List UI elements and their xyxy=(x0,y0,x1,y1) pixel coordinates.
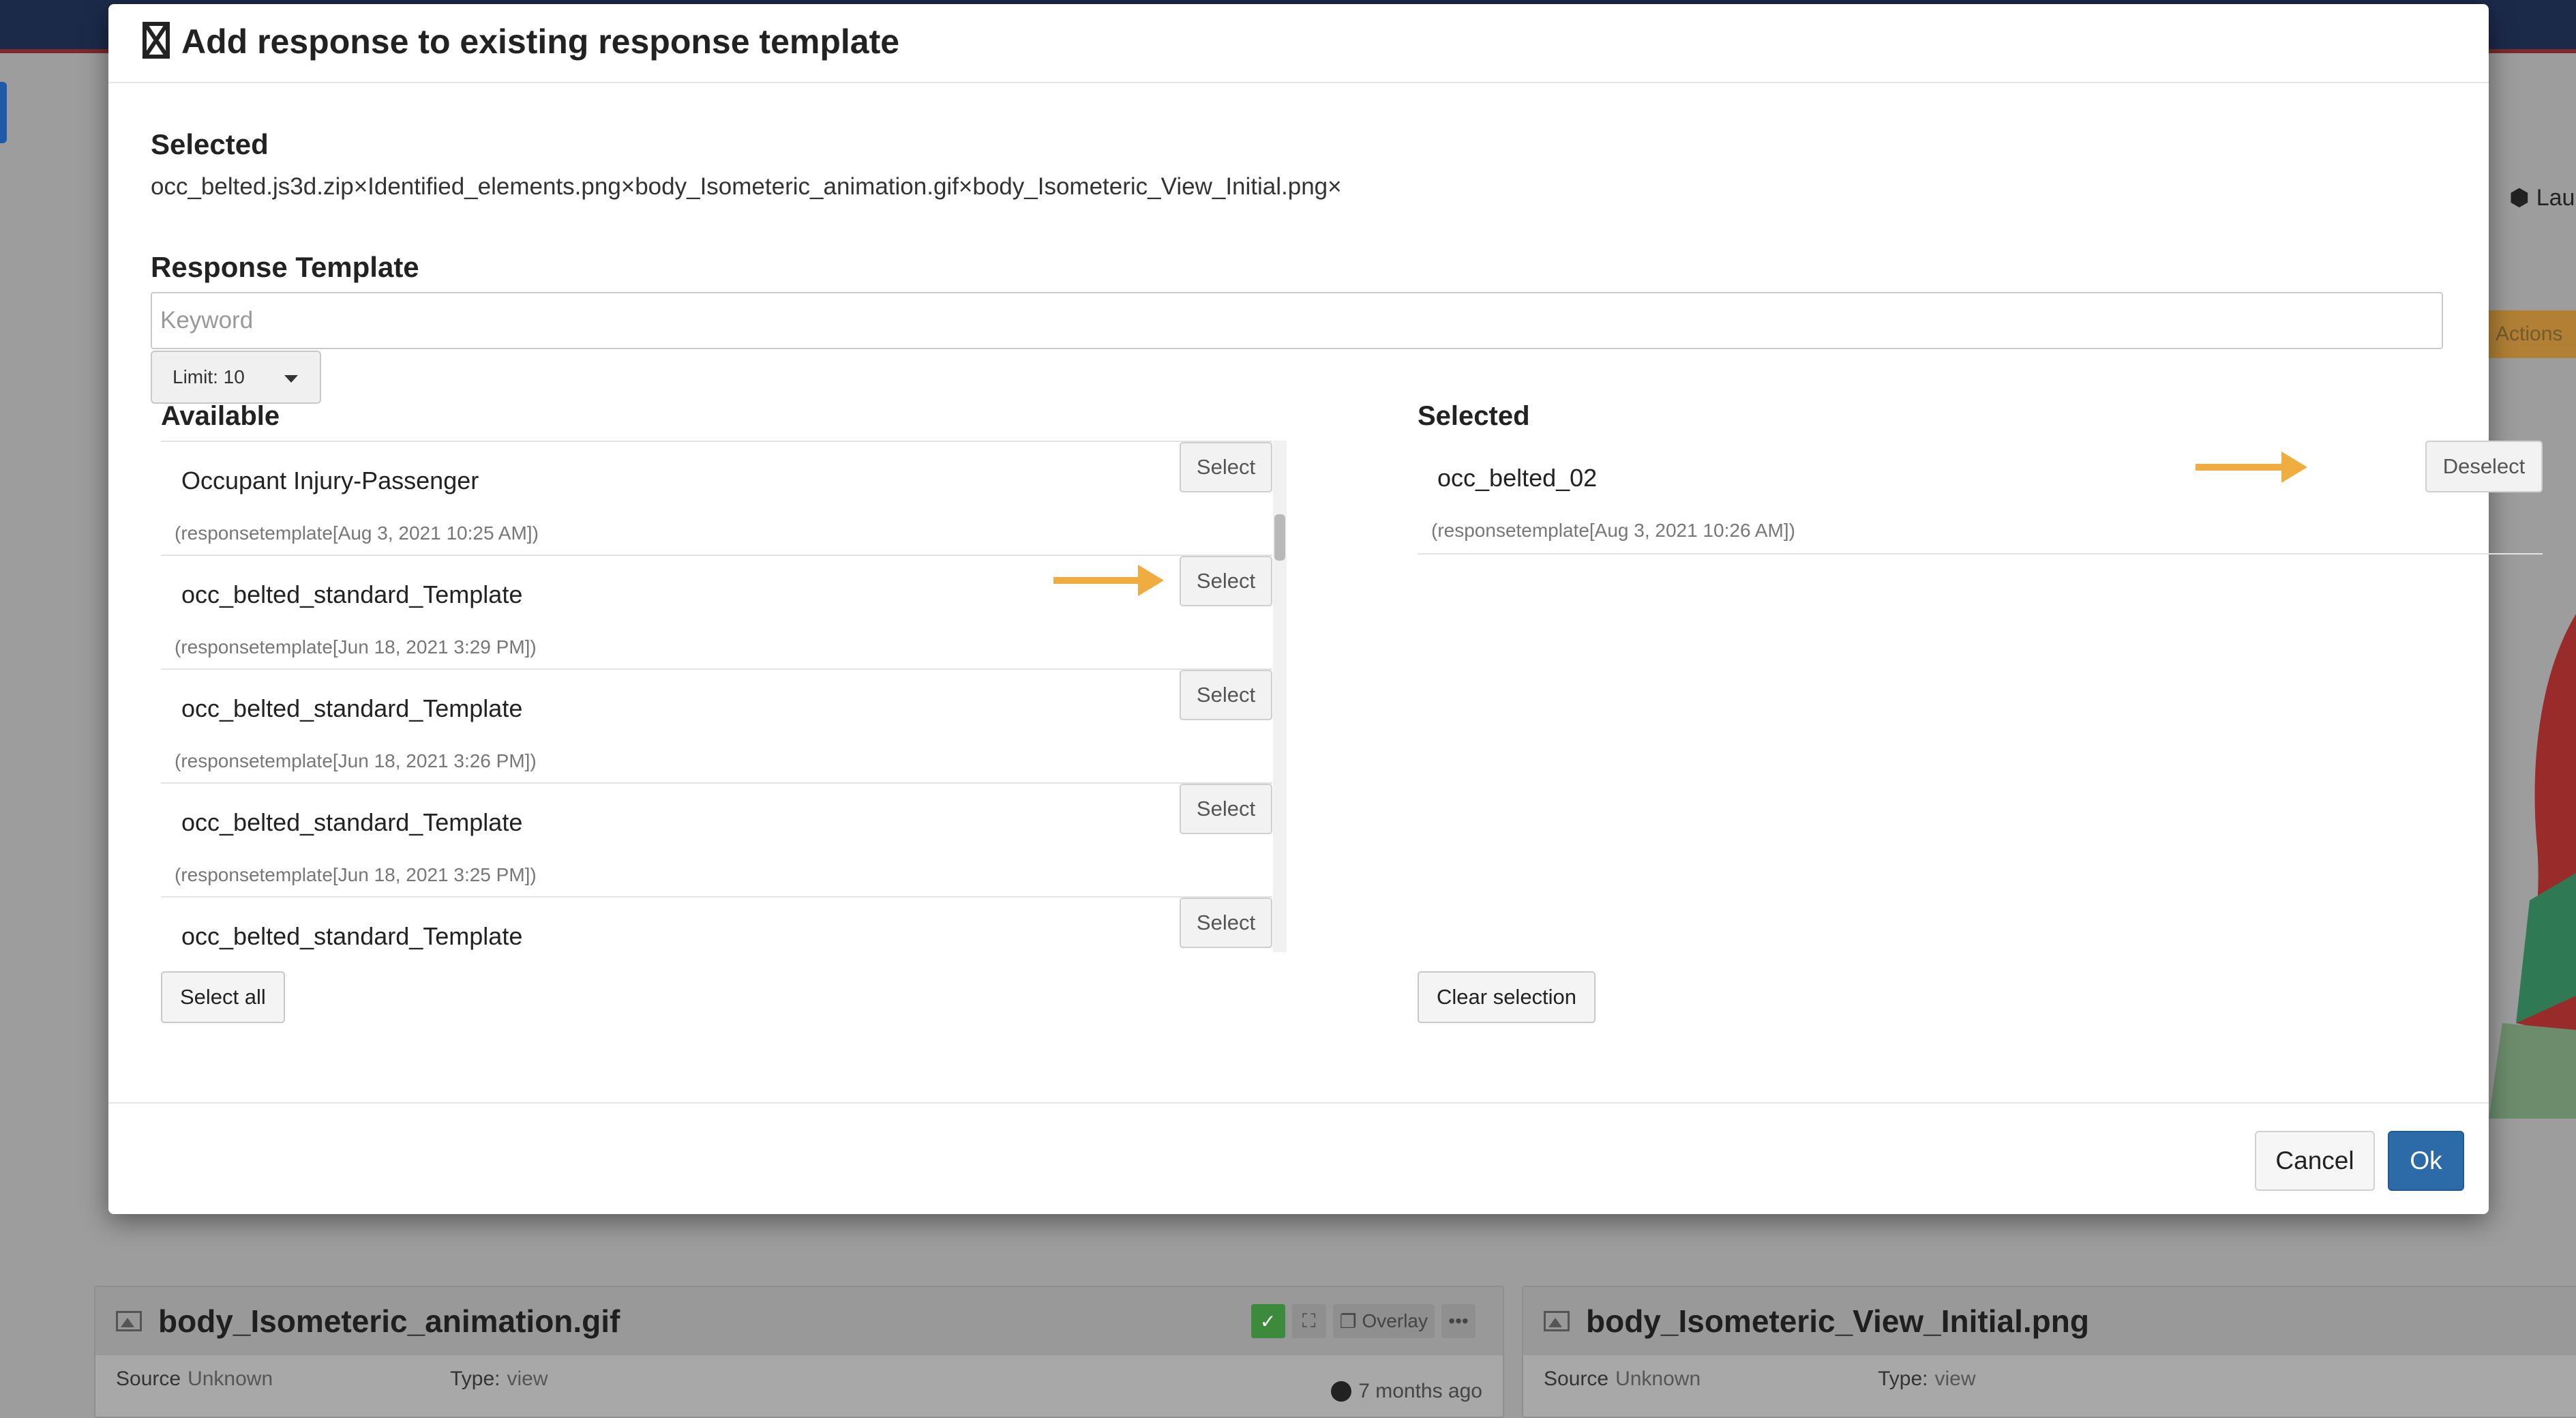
template-meta: (responsetemplate[Aug 3, 2021 10:25 AM]) xyxy=(175,522,539,544)
keyword-search-input[interactable] xyxy=(151,292,2443,349)
timestamp: 7 months ago xyxy=(1331,1380,1482,1403)
image-icon xyxy=(1544,1311,1570,1331)
modal-title: Add response to existing response templa… xyxy=(181,23,900,61)
list-item: occ_belted_standard_Template (responsete… xyxy=(161,555,1272,668)
asset-card: body_Isometeric_animation.gif ✓ ⛶ ❐ Over… xyxy=(94,1286,1504,1418)
asset-title: body_Isometeric_View_Initial.png xyxy=(1586,1303,2089,1339)
ok-button[interactable]: Ok xyxy=(2388,1131,2464,1191)
fullscreen-icon: ⛶ xyxy=(1291,1304,1326,1338)
launch-link: ⬢ Lau xyxy=(2509,184,2575,211)
cube-icon: ⬢ xyxy=(2509,185,2530,211)
asset-card: body_Isometeric_View_Initial.png Source … xyxy=(1522,1286,2576,1418)
3d-figure-preview xyxy=(2489,614,2576,1119)
clock-icon xyxy=(1331,1381,1352,1402)
modal-footer-divider xyxy=(108,1102,2489,1104)
modal-header: Add response to existing response templa… xyxy=(108,4,2489,83)
template-name: occ_belted_standard_Template xyxy=(181,808,523,836)
arrow-annotation-icon xyxy=(2196,452,2307,483)
more-icon: ••• xyxy=(1441,1304,1476,1338)
caret-down-icon xyxy=(284,375,298,383)
template-name: occ_belted_02 xyxy=(1437,464,1598,492)
selected-files-label: Selected xyxy=(151,128,269,160)
selected-column-title: Selected xyxy=(1418,401,1530,431)
template-name: occ_belted_standard_Template xyxy=(181,580,523,608)
overlay-button: ❐ Overlay xyxy=(1332,1304,1435,1338)
select-button[interactable]: Select xyxy=(1180,670,1272,720)
list-item: occ_belted_standard_Template (responsete… xyxy=(161,782,1272,896)
template-meta: (responsetemplate[Jun 18, 2021 3:29 PM]) xyxy=(175,636,537,658)
template-meta: (responsetemplate[Jun 18, 2021 3:25 PM]) xyxy=(175,864,537,885)
list-item: occ_belted_02 (responsetemplate[Aug 3, 2… xyxy=(1418,441,2543,555)
template-name: Occupant Injury-Passenger xyxy=(181,467,479,494)
available-templates-list: Occupant Injury-Passenger (responsetempl… xyxy=(161,441,1272,952)
template-name: occ_belted_standard_Template xyxy=(181,694,523,722)
select-all-button[interactable]: Select all xyxy=(161,971,285,1023)
template-meta: (responsetemplate[Jun 18, 2021 3:26 PM]) xyxy=(175,750,537,771)
deselect-button[interactable]: Deselect xyxy=(2425,441,2543,492)
select-button[interactable]: Select xyxy=(1180,898,1272,948)
response-template-label: Response Template xyxy=(151,251,419,283)
limit-dropdown[interactable]: Limit: 10 xyxy=(151,351,321,404)
available-column-title: Available xyxy=(161,401,280,431)
select-button[interactable]: Select xyxy=(1180,442,1272,492)
sidebar-tab xyxy=(0,82,7,143)
actions-button: Actions xyxy=(2482,310,2576,358)
check-icon: ✓ xyxy=(1250,1304,1285,1338)
select-button[interactable]: Select xyxy=(1180,556,1272,606)
list-item: Occupant Injury-Passenger (responsetempl… xyxy=(161,441,1272,555)
selected-files-list: occ_belted.js3d.zip×Identified_elements.… xyxy=(151,173,1342,200)
template-meta: (responsetemplate[Aug 3, 2021 10:26 AM]) xyxy=(1431,520,1795,541)
cancel-button[interactable]: Cancel xyxy=(2255,1131,2375,1191)
copy-icon: ❐ xyxy=(1339,1310,1362,1332)
scrollbar-thumb[interactable] xyxy=(1274,514,1285,561)
list-item: occ_belted_standard_Template Select xyxy=(161,896,1272,952)
add-response-modal: Add response to existing response templa… xyxy=(108,4,2543,1214)
arrow-annotation-icon xyxy=(1053,565,1164,596)
selected-templates-list: occ_belted_02 (responsetemplate[Aug 3, 2… xyxy=(1418,441,2543,555)
select-button[interactable]: Select xyxy=(1180,784,1272,834)
template-name: occ_belted_standard_Template xyxy=(181,922,523,950)
asset-title: body_Isometeric_animation.gif xyxy=(158,1303,620,1339)
close-icon[interactable] xyxy=(143,22,170,59)
image-icon xyxy=(116,1311,142,1331)
list-item: occ_belted_standard_Template (responsete… xyxy=(161,668,1272,782)
clear-selection-button[interactable]: Clear selection xyxy=(1418,971,1596,1023)
